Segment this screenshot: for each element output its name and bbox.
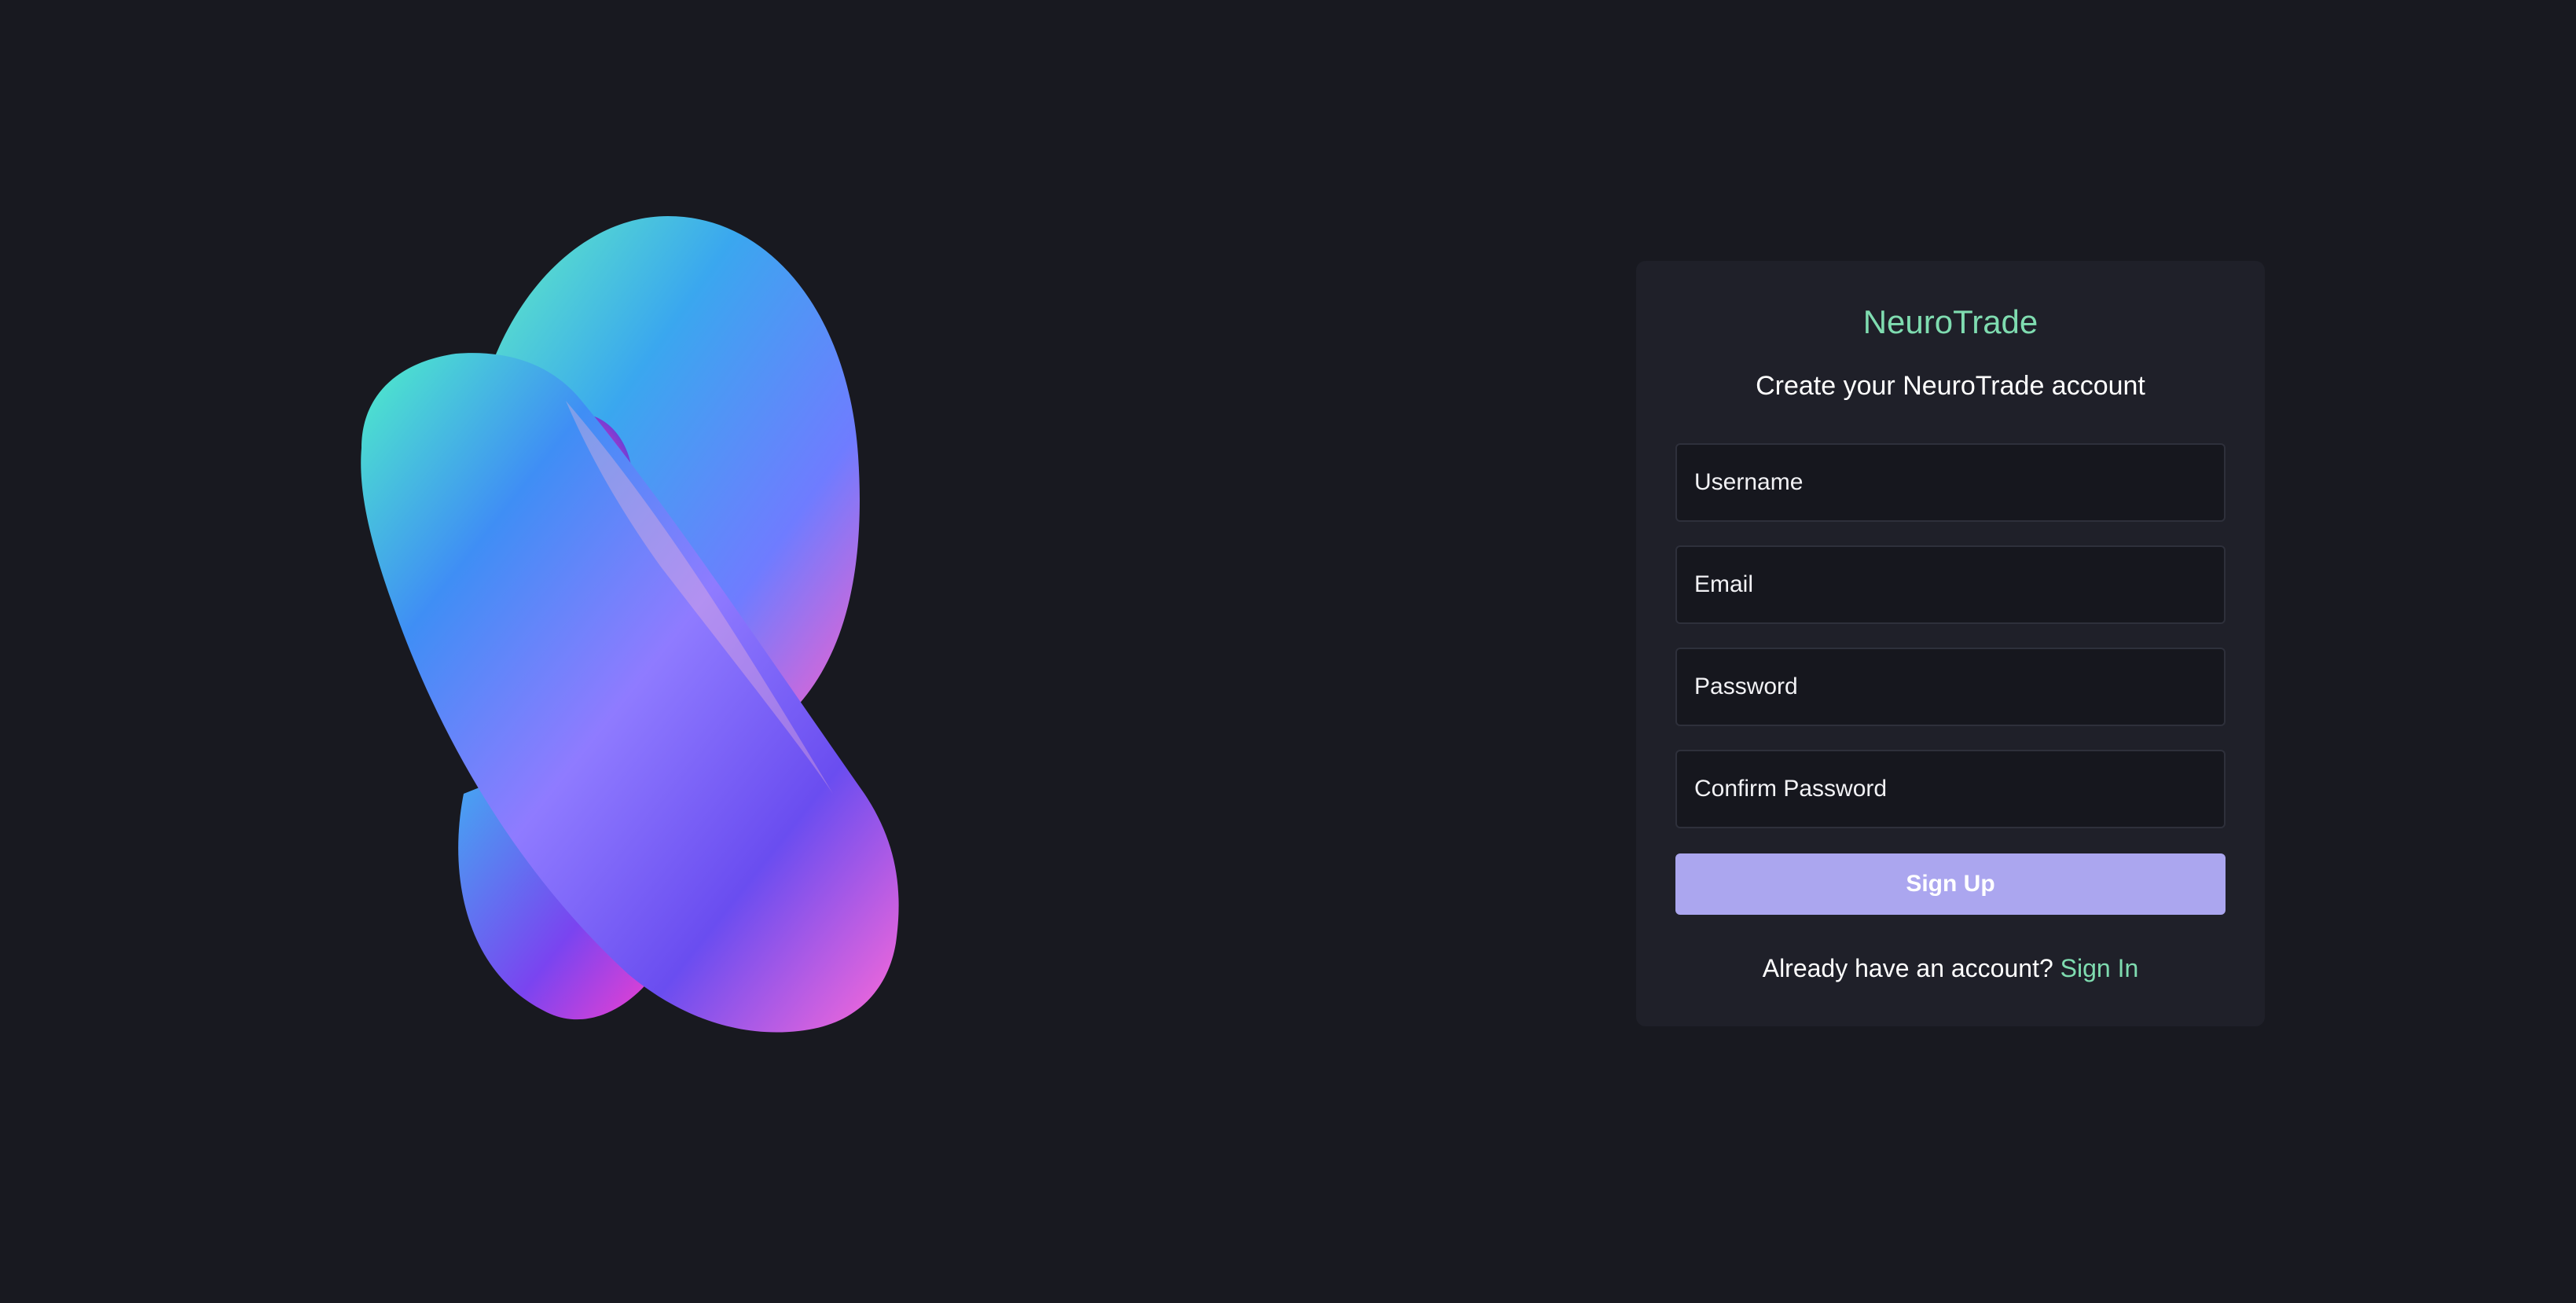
signup-page: NeuroTrade Create your NeuroTrade accoun… <box>0 0 2576 1303</box>
signup-card: NeuroTrade Create your NeuroTrade accoun… <box>1636 261 2265 1026</box>
brand-title: NeuroTrade <box>1862 303 2038 340</box>
sign-up-button[interactable]: Sign Up <box>1675 853 2226 915</box>
signin-prompt-text: Already have an account? <box>1762 954 2053 982</box>
password-input[interactable] <box>1675 648 2226 726</box>
sign-in-link[interactable]: Sign In <box>2060 954 2139 982</box>
email-input[interactable] <box>1675 545 2226 624</box>
torus-knot-illustration <box>330 196 912 1085</box>
confirm-password-input[interactable] <box>1675 750 2226 828</box>
page-subtitle: Create your NeuroTrade account <box>1756 371 2145 401</box>
signin-prompt: Already have an account? Sign In <box>1636 954 2265 983</box>
username-input[interactable] <box>1675 443 2226 522</box>
